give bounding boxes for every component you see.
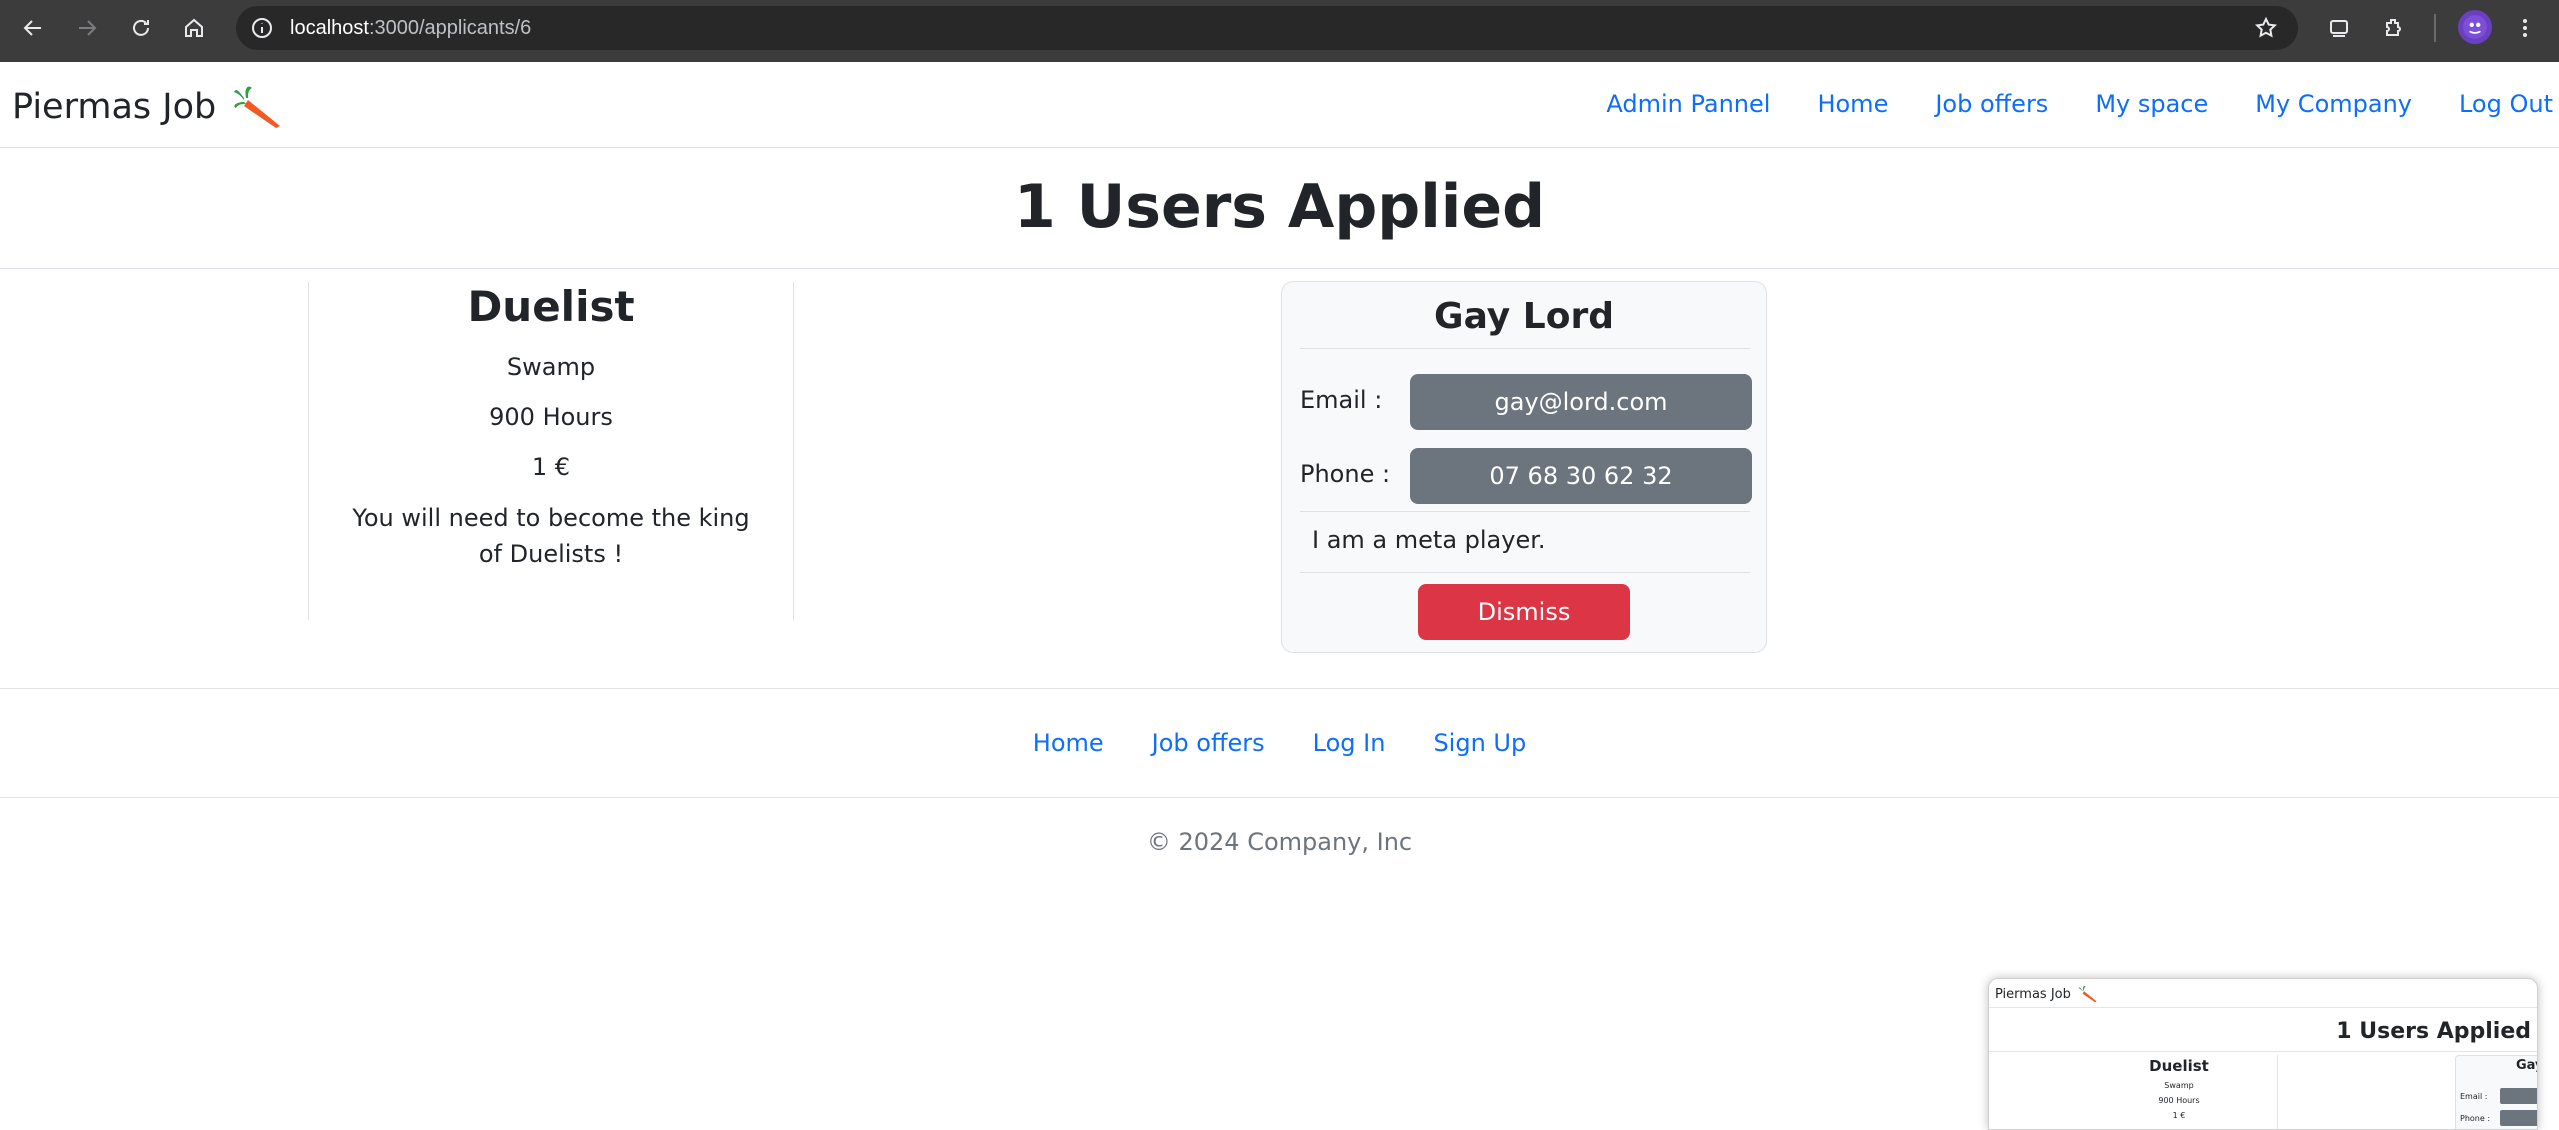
thumbnail-job-salary: 1 € — [2172, 1111, 2186, 1120]
job-hours: 900 Hours — [489, 403, 613, 431]
footer-link-job-offers[interactable]: Job offers — [1152, 729, 1265, 757]
thumbnail-job-hours: 900 Hours — [2158, 1096, 2200, 1105]
toolbar-divider — [2434, 14, 2436, 42]
thumbnail-nav-divider — [1989, 1007, 2537, 1008]
thumbnail-applicant-name: Gay — [2516, 1058, 2537, 1073]
thumbnail-applicant-card: Gay Email : Phone : — [2455, 1055, 2537, 1129]
copyright: © 2024 Company, Inc — [1146, 828, 1413, 856]
site-info-icon[interactable] — [250, 16, 274, 40]
phone-value[interactable]: 07 68 30 62 32 — [1410, 448, 1752, 504]
menu-kebab-icon[interactable] — [2508, 11, 2542, 45]
email-value[interactable]: gay@lord.com — [1410, 374, 1752, 430]
url-text[interactable]: localhost:3000/applicants/6 — [290, 17, 531, 40]
footer-links: Home Job offers Log In Sign Up — [0, 729, 2559, 757]
address-bar[interactable]: localhost:3000/applicants/6 — [236, 6, 2298, 50]
thumbnail-phone-label: Phone : — [2460, 1114, 2491, 1123]
tab-preview-thumbnail[interactable]: Piermas Job 1 Users Applied Duelist Swam… — [1988, 978, 2538, 1130]
home-icon[interactable] — [177, 11, 211, 45]
nav-job-offers[interactable]: Job offers — [1935, 90, 2048, 118]
title-divider — [0, 268, 2559, 269]
job-title: Duelist — [467, 282, 635, 331]
media-icon[interactable] — [2322, 11, 2356, 45]
nav-my-space[interactable]: My space — [2095, 90, 2208, 118]
job-salary: 1 € — [531, 453, 571, 481]
forward-icon[interactable] — [70, 11, 104, 45]
applicant-bio: I am a meta player. — [1312, 526, 1546, 554]
nav-links: Admin Pannel Home Job offers My space My… — [1606, 90, 2553, 118]
thumbnail-brand: Piermas Job — [1995, 985, 2099, 1003]
applicant-card: Gay Lord Email : gay@lord.com Phone : 07… — [1281, 281, 1767, 653]
applicant-bio-divider — [1300, 572, 1750, 573]
thumbnail-job: Duelist Swamp 900 Hours 1 € — [2089, 1057, 2269, 1120]
nav-home[interactable]: Home — [1817, 90, 1888, 118]
thumbnail-job-title: Duelist — [2149, 1057, 2209, 1075]
thumbnail-carrot-icon — [2078, 985, 2097, 1003]
thumbnail-brand-name: Piermas Job — [1995, 986, 2071, 1002]
footer-link-home[interactable]: Home — [1033, 729, 1104, 757]
back-icon[interactable] — [16, 11, 50, 45]
brand-name: Piermas Job — [12, 87, 217, 127]
email-label: Email : — [1300, 386, 1383, 414]
thumbnail-email-label: Email : — [2460, 1092, 2488, 1101]
browser-toolbar: localhost:3000/applicants/6 — [0, 0, 2559, 62]
footer-link-log-in[interactable]: Log In — [1313, 729, 1386, 757]
thumbnail-phone-value — [2500, 1110, 2537, 1126]
url-path: :3000/applicants/6 — [368, 17, 532, 39]
thumbnail-job-location: Swamp — [2164, 1081, 2194, 1090]
brand[interactable]: Piermas Job — [12, 84, 286, 130]
nav-log-out[interactable]: Log Out — [2459, 90, 2553, 118]
job-description: You will need to become the king of Duel… — [352, 504, 750, 568]
page-title: 1 Users Applied — [1013, 172, 1546, 242]
site-navbar: Piermas Job Admin Pannel Home Job offers… — [0, 62, 2559, 148]
bookmark-star-icon[interactable] — [2254, 16, 2278, 40]
footer-top-divider — [0, 688, 2559, 689]
nav-my-company[interactable]: My Company — [2255, 90, 2412, 118]
profile-avatar-icon[interactable] — [2458, 10, 2492, 44]
thumbnail-title-divider — [1989, 1051, 2537, 1052]
carrot-logo-icon — [234, 86, 281, 128]
job-location: Swamp — [506, 353, 596, 381]
reload-icon[interactable] — [124, 11, 158, 45]
url-host: localhost — [290, 17, 369, 39]
footer-link-sign-up[interactable]: Sign Up — [1433, 729, 1526, 757]
footer-divider — [0, 797, 2559, 798]
thumbnail-title: 1 Users Applied — [2336, 1019, 2531, 1044]
dismiss-button[interactable]: Dismiss — [1418, 584, 1630, 640]
nav-admin-panel[interactable]: Admin Pannel — [1606, 90, 1770, 118]
applicant-header-divider — [1300, 348, 1750, 349]
thumbnail-column-divider — [2277, 1055, 2278, 1129]
applicant-name: Gay Lord — [1434, 296, 1614, 337]
phone-label: Phone : — [1300, 460, 1391, 488]
extensions-icon[interactable] — [2377, 11, 2411, 45]
job-card: Duelist Swamp 900 Hours 1 € You will nee… — [308, 282, 794, 620]
applicant-fields-divider — [1300, 511, 1750, 512]
thumbnail-email-value — [2500, 1088, 2537, 1104]
